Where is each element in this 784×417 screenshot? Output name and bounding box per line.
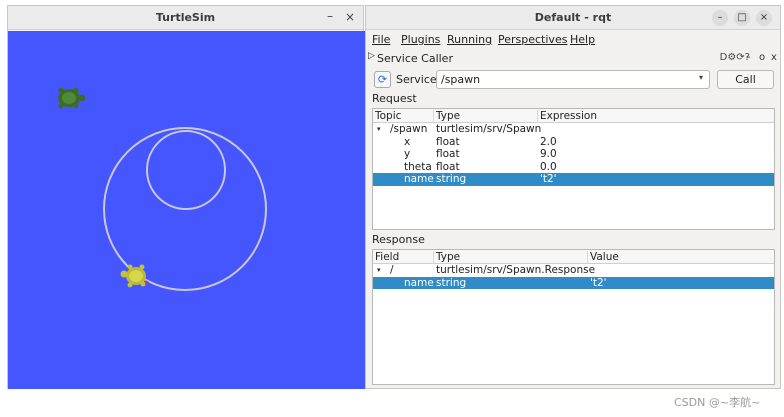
plugin-header: ▷ Service Caller D⚙⟳? - o x (366, 50, 780, 68)
header-topic[interactable]: Topic (373, 110, 434, 123)
table-row-selected[interactable]: name string 't2' (373, 276, 774, 289)
plugin-tool-icons[interactable]: D⚙⟳? (720, 52, 750, 63)
table-row[interactable]: theta float 0.0 (373, 161, 774, 174)
row-type: string (436, 173, 467, 185)
watermark: CSDN @~李航~ (674, 396, 761, 409)
row-value: 't2' (590, 276, 607, 289)
service-value: /spawn (441, 73, 481, 86)
row-topic: theta (404, 160, 432, 173)
minimize-button[interactable]: – (712, 10, 728, 26)
plugin-close-button[interactable]: x (771, 52, 777, 63)
menu-running[interactable]: Running (447, 33, 492, 46)
rqt-window: Default - rqt – □ × File Plugins Running… (365, 5, 781, 389)
plugin-name: Service Caller (377, 52, 453, 65)
row-type: float (436, 135, 460, 148)
table-row[interactable]: y float 9.0 (373, 148, 774, 161)
close-button[interactable]: × (345, 10, 355, 24)
service-row: ⟳ Service /spawn ▾ Call (366, 68, 780, 92)
minimize-button[interactable]: – (327, 9, 333, 23)
response-label: Response (372, 233, 425, 246)
row-topic: /spawn (390, 123, 428, 135)
row-topic: y (404, 148, 411, 160)
menu-plugins[interactable]: Plugins (401, 33, 440, 46)
trail-small-circle (146, 130, 226, 210)
menu-help[interactable]: Help (570, 33, 595, 46)
row-type: turtlesim/srv/Spawn.Response (436, 264, 596, 276)
maximize-button[interactable]: □ (734, 10, 750, 26)
menubar: File Plugins Running Perspectives Help (366, 31, 780, 50)
chevron-down-icon: ▾ (698, 73, 703, 82)
desktop: TurtleSim – × Default - rqt – □ × File P… (0, 0, 784, 417)
header-value[interactable]: Value (588, 251, 774, 264)
turtlesim-drawing (58, 87, 267, 291)
row-expression[interactable]: 9.0 (540, 148, 557, 161)
plugin-minimize-button[interactable]: - (747, 52, 751, 63)
close-button[interactable]: × (756, 10, 772, 26)
header-type[interactable]: Type (434, 110, 538, 123)
menu-file[interactable]: File (372, 33, 390, 46)
row-expression[interactable]: 't2' (540, 173, 557, 186)
row-topic: name (404, 173, 434, 185)
response-table-header: Field Type Value (373, 250, 774, 264)
refresh-icon[interactable]: ⟳ (374, 71, 391, 88)
turtlesim-title: TurtleSim (155, 11, 216, 24)
row-topic: x (404, 135, 411, 148)
expand-arrow-icon[interactable]: ▷ (368, 51, 375, 61)
row-expression[interactable]: 0.0 (540, 161, 557, 174)
row-expression[interactable]: 2.0 (540, 136, 557, 149)
expand-icon[interactable]: ▾ (377, 264, 381, 277)
request-table: Topic Type Expression ▾ /spawn turtlesim… (372, 108, 775, 230)
row-type: float (436, 148, 460, 160)
plugin-float-button[interactable]: o (759, 52, 765, 63)
call-button[interactable]: Call (717, 70, 774, 89)
service-label: Service (396, 73, 437, 86)
row-type: turtlesim/srv/Spawn (436, 123, 542, 135)
turtle2-icon (58, 87, 86, 109)
row-type: float (436, 160, 460, 173)
expand-icon[interactable]: ▾ (377, 123, 381, 136)
row-field: name (404, 276, 434, 289)
request-table-header: Topic Type Expression (373, 109, 774, 123)
turtle1-icon (120, 264, 151, 288)
table-row[interactable]: x float 2.0 (373, 136, 774, 149)
table-row[interactable]: ▾ /spawn turtlesim/srv/Spawn (373, 123, 774, 136)
header-type[interactable]: Type (434, 251, 588, 264)
request-label: Request (372, 92, 417, 105)
header-expression[interactable]: Expression (538, 110, 774, 123)
row-field: / (390, 264, 394, 276)
menu-perspectives[interactable]: Perspectives (498, 33, 567, 46)
table-row-selected[interactable]: name string 't2' (373, 173, 774, 186)
turtlesim-titlebar[interactable]: TurtleSim – × (8, 6, 363, 30)
response-table: Field Type Value ▾ / turtlesim/srv/Spawn… (372, 249, 775, 385)
turtlesim-canvas (8, 31, 365, 389)
rqt-titlebar[interactable]: Default - rqt – □ × (366, 6, 780, 30)
table-row[interactable]: ▾ / turtlesim/srv/Spawn.Response (373, 264, 774, 277)
turtlesim-window: TurtleSim – × (7, 5, 365, 389)
header-field[interactable]: Field (373, 251, 434, 264)
row-type: string (436, 276, 467, 289)
service-select[interactable]: /spawn ▾ (436, 70, 710, 89)
